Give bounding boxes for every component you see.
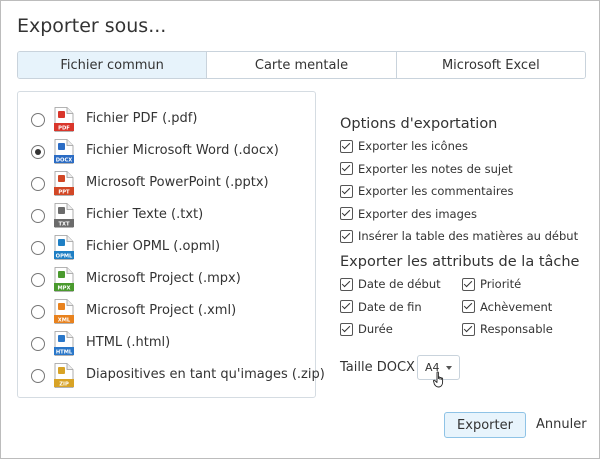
checkbox[interactable] bbox=[340, 162, 353, 176]
zip-icon: ZIP bbox=[54, 363, 74, 388]
checkbox-label: Exporter les icônes bbox=[358, 139, 468, 153]
checkbox[interactable] bbox=[340, 322, 353, 336]
format-icon-text: XML bbox=[58, 317, 71, 323]
checkbox-label: Date de fin bbox=[358, 299, 422, 314]
format-radio[interactable] bbox=[31, 177, 45, 191]
format-label: Microsoft Project (.mpx) bbox=[86, 271, 241, 286]
text-file-icon: TXT bbox=[54, 203, 74, 228]
tab-fichier-commun[interactable]: Fichier commun bbox=[18, 52, 208, 78]
checkbox-label: Insérer la table des matières au début bbox=[358, 229, 579, 244]
opml-icon: OPML bbox=[54, 235, 74, 260]
format-label: Fichier Texte (.txt) bbox=[86, 207, 204, 222]
hand-cursor-icon bbox=[433, 371, 444, 388]
checkbox[interactable] bbox=[340, 277, 353, 291]
format-option[interactable]: DOCX Fichier Microsoft Word (.docx) bbox=[18, 137, 315, 167]
task-attribute-checkbox[interactable]: Priorité bbox=[462, 275, 521, 293]
cancel-button[interactable]: Annuler bbox=[536, 412, 587, 436]
format-icon-text: HTML bbox=[56, 349, 73, 355]
export-tabs: Fichier commun Carte mentale Microsoft E… bbox=[17, 51, 586, 79]
checkbox-label: Date de début bbox=[358, 277, 441, 291]
format-label: Diapositives en tant qu'images (.zip) bbox=[86, 367, 325, 382]
format-radio[interactable] bbox=[31, 209, 45, 223]
checkbox[interactable] bbox=[462, 300, 475, 313]
format-icon-text: MPX bbox=[58, 285, 71, 291]
format-icon-text: TXT bbox=[58, 221, 70, 227]
format-option[interactable]: TXT Fichier Texte (.txt) bbox=[18, 201, 315, 231]
checkbox[interactable] bbox=[340, 207, 353, 221]
checkbox[interactable] bbox=[340, 184, 353, 198]
checkbox-label: Exporter les notes de sujet bbox=[358, 161, 513, 176]
task-attribute-checkbox[interactable]: Achèvement bbox=[462, 298, 552, 316]
format-radio[interactable] bbox=[31, 305, 45, 319]
task-attribute-checkbox[interactable]: Date de fin bbox=[340, 298, 422, 316]
checkbox-label: Achèvement bbox=[480, 299, 553, 314]
export-option-checkbox[interactable]: Exporter les icônes bbox=[340, 137, 468, 155]
checkbox[interactable] bbox=[340, 139, 353, 153]
format-option[interactable]: OPML Fichier OPML (.opml) bbox=[18, 233, 315, 263]
export-option-checkbox[interactable]: Exporter les commentaires bbox=[340, 182, 513, 200]
project-mpx-icon: MPX bbox=[54, 267, 74, 292]
word-icon: DOCX bbox=[54, 139, 74, 164]
task-attribute-checkbox[interactable]: Durée bbox=[340, 320, 393, 338]
tab-carte-mentale[interactable]: Carte mentale bbox=[207, 52, 397, 78]
format-radio[interactable] bbox=[31, 273, 45, 287]
format-icon-text: PDF bbox=[58, 125, 70, 131]
format-list: PDF Fichier PDF (.pdf) DOCX Fichier Microso… bbox=[17, 91, 325, 398]
format-icon-text: OPML bbox=[56, 253, 73, 259]
export-button[interactable]: Exporter bbox=[444, 412, 526, 438]
format-radio[interactable] bbox=[31, 337, 45, 351]
checkbox-label: Exporter les commentaires bbox=[358, 184, 514, 199]
checkbox[interactable] bbox=[462, 277, 475, 291]
chevron-down-icon bbox=[446, 366, 452, 370]
checkbox-label: Durée bbox=[358, 322, 393, 336]
format-radio[interactable] bbox=[31, 241, 45, 255]
format-icon-text: PPT bbox=[58, 189, 70, 195]
pdf-icon: PDF bbox=[54, 107, 74, 132]
format-icon-text: ZIP bbox=[59, 381, 69, 387]
task-attribute-checkbox[interactable]: Responsable bbox=[462, 320, 553, 338]
task-attribute-checkbox[interactable]: Date de début bbox=[340, 275, 441, 293]
export-option-checkbox[interactable]: Exporter des images bbox=[340, 205, 477, 223]
html-icon: HTML bbox=[54, 331, 74, 356]
format-option[interactable]: XML Microsoft Project (.xml) bbox=[18, 297, 315, 327]
format-option[interactable]: MPX Microsoft Project (.mpx) bbox=[18, 265, 315, 295]
format-label: HTML (.html) bbox=[86, 335, 171, 350]
checkbox-label: Exporter des images bbox=[358, 206, 477, 221]
format-icon-text: DOCX bbox=[56, 157, 73, 163]
tab-microsoft-excel[interactable]: Microsoft Excel bbox=[396, 52, 585, 78]
checkbox[interactable] bbox=[340, 229, 353, 243]
format-option[interactable]: HTML HTML (.html) bbox=[18, 329, 315, 359]
format-label: Fichier OPML (.opml) bbox=[86, 239, 221, 254]
checkbox[interactable] bbox=[340, 300, 353, 313]
checkbox-label: Priorité bbox=[480, 277, 522, 291]
dialog-title: Exporter sous... bbox=[17, 15, 167, 37]
format-option[interactable]: ZIP Diapositives en tant qu'images (.zip) bbox=[18, 361, 325, 391]
format-radio[interactable] bbox=[31, 113, 45, 127]
format-option[interactable]: PPT Microsoft PowerPoint (.pptx) bbox=[18, 169, 315, 199]
format-label: Fichier PDF (.pdf) bbox=[86, 111, 198, 126]
format-label: Microsoft PowerPoint (.pptx) bbox=[86, 175, 269, 190]
format-radio[interactable] bbox=[31, 145, 45, 159]
checkbox-label: Responsable bbox=[480, 322, 553, 336]
export-option-checkbox[interactable]: Exporter les notes de sujet bbox=[340, 160, 513, 178]
powerpoint-icon: PPT bbox=[54, 171, 74, 196]
format-radio[interactable] bbox=[31, 369, 45, 383]
xml-icon: XML bbox=[54, 299, 74, 324]
checkbox[interactable] bbox=[462, 322, 475, 336]
format-label: Fichier Microsoft Word (.docx) bbox=[86, 143, 279, 158]
task-attributes-title: Exporter les attributs de la tâche bbox=[340, 254, 580, 270]
export-dialog: Exporter sous... Fichier commun Carte me… bbox=[0, 0, 600, 459]
export-option-checkbox[interactable]: Insérer la table des matières au début bbox=[340, 227, 578, 245]
format-option[interactable]: PDF Fichier PDF (.pdf) bbox=[18, 105, 315, 135]
docx-size-label: Taille DOCX bbox=[340, 360, 415, 375]
export-options-title: Options d'exportation bbox=[340, 116, 498, 132]
format-label: Microsoft Project (.xml) bbox=[86, 303, 237, 318]
